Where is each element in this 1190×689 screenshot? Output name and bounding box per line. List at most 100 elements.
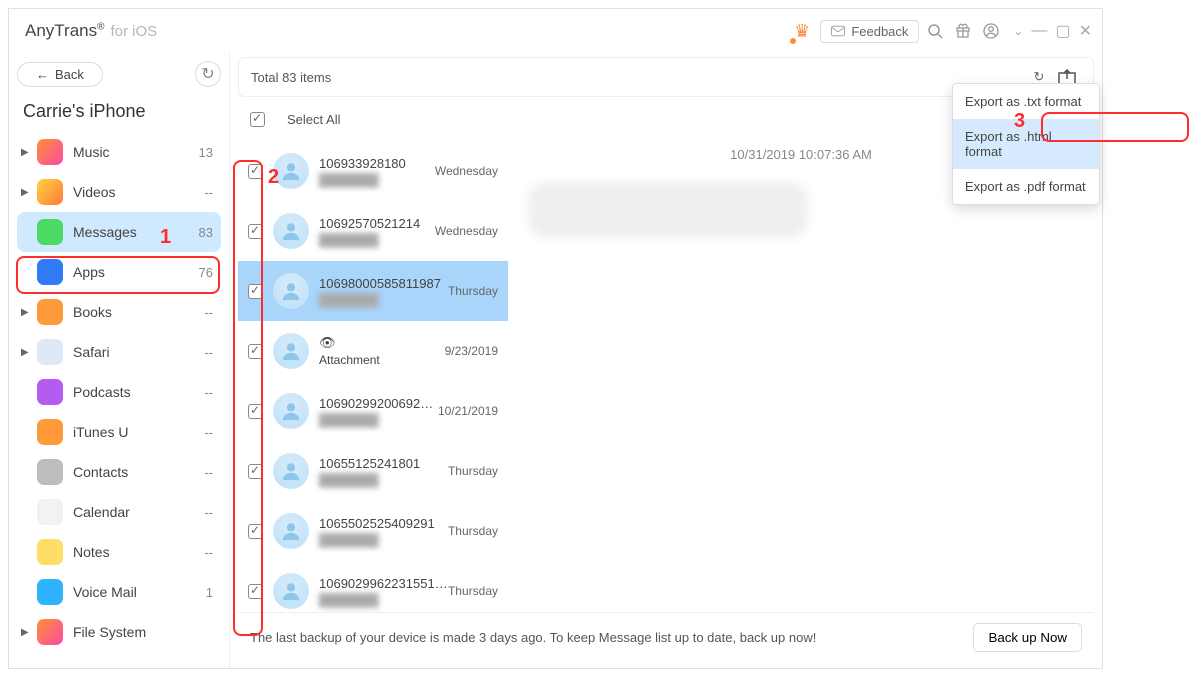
avatar-icon (273, 453, 309, 489)
export-menu-item[interactable]: Export as .html format (953, 119, 1099, 169)
app-icon (37, 299, 63, 325)
message-checkbox[interactable] (248, 344, 263, 359)
sidebar-item-voice-mail[interactable]: ▶ Voice Mail 1 (17, 572, 221, 612)
avatar-icon (273, 213, 309, 249)
feedback-button[interactable]: Feedback (820, 20, 919, 43)
sidebar-item-count: -- (204, 185, 213, 200)
sidebar-item-label: Podcasts (73, 384, 204, 400)
sidebar-item-label: Contacts (73, 464, 204, 480)
sidebar-item-file-system[interactable]: ▶ File System (17, 612, 221, 652)
badge-3: 3 (1014, 110, 1025, 133)
sidebar-item-label: Safari (73, 344, 204, 360)
sidebar-item-count: -- (204, 345, 213, 360)
app-icon (37, 419, 63, 445)
chevron-right-icon: ▶ (21, 307, 33, 318)
sidebar-item-count: 83 (199, 225, 213, 240)
select-all-label[interactable]: Select All (287, 112, 340, 127)
sidebar-item-count: 13 (199, 145, 213, 160)
close-icon[interactable]: ✕ (1079, 21, 1092, 41)
message-date: Thursday (448, 464, 498, 478)
message-id: 106902992006928... (319, 396, 438, 411)
minimize-icon[interactable]: — (1031, 22, 1047, 40)
message-id: 10655025254092​91 (319, 516, 448, 531)
export-menu: Export as .txt formatExport as .html for… (952, 83, 1100, 205)
message-checkbox[interactable] (248, 404, 263, 419)
user-icon[interactable] (979, 19, 1003, 43)
message-checkbox[interactable] (248, 164, 263, 179)
message-checkbox[interactable] (248, 524, 263, 539)
message-preview: Attachment (319, 353, 445, 367)
sidebar-item-label: iTunes U (73, 424, 204, 440)
sidebar-item-count: -- (204, 465, 213, 480)
avatar-icon (273, 573, 309, 609)
sidebar-item-podcasts[interactable]: ▶ Podcasts -- (17, 372, 221, 412)
app-icon (37, 579, 63, 605)
sidebar-item-calendar[interactable]: ▶ Calendar -- (17, 492, 221, 532)
message-date: 9/23/2019 (445, 344, 498, 358)
app-icon (37, 219, 63, 245)
sidebar-item-apps[interactable]: ▶ Apps 76 (17, 252, 221, 292)
refresh-icon[interactable]: ↻ (195, 61, 221, 87)
avatar-icon (273, 273, 309, 309)
app-icon (37, 139, 63, 165)
sidebar-item-label: Calendar (73, 504, 204, 520)
message-preview: ███████ (319, 293, 448, 307)
sidebar-item-count: -- (204, 545, 213, 560)
sidebar-item-safari[interactable]: ▶ Safari -- (17, 332, 221, 372)
avatar-icon (273, 333, 309, 369)
sidebar-item-notes[interactable]: ▶ Notes -- (17, 532, 221, 572)
select-all-checkbox[interactable] (250, 112, 265, 127)
message-row[interactable]: 10698000585811987 ███████ Thursday (238, 261, 508, 321)
app-brand: AnyTrans® (25, 21, 105, 41)
back-button[interactable]: ← Back (17, 62, 103, 87)
maximize-icon[interactable]: ▢ (1055, 21, 1070, 41)
message-checkbox[interactable] (248, 464, 263, 479)
sidebar-item-count: -- (204, 385, 213, 400)
crown-icon[interactable]: ♛ (794, 21, 810, 42)
sidebar-item-label: Music (73, 144, 199, 160)
app-icon (37, 619, 63, 645)
message-checkbox[interactable] (248, 284, 263, 299)
message-row[interactable]: 10655025254092​91 ███████ Thursday (238, 501, 508, 561)
message-row[interactable]: 106902996223​15512... ███████ Thursday (238, 561, 508, 612)
export-menu-item[interactable]: Export as .pdf format (953, 169, 1099, 204)
message-id: 10692570521214 (319, 216, 435, 231)
message-date: Wednesday (435, 164, 498, 178)
message-row[interactable]: 106551252418​01 ███████ Thursday (238, 441, 508, 501)
sidebar-item-label: Messages (73, 224, 199, 240)
app-icon (37, 499, 63, 525)
message-preview: ███████ (319, 593, 448, 607)
message-date: Thursday (448, 284, 498, 298)
sidebar-item-messages[interactable]: ▶ Messages 83 (17, 212, 221, 252)
app-icon (37, 259, 63, 285)
sidebar-item-label: File System (73, 624, 213, 640)
search-icon[interactable] (923, 19, 947, 43)
gift-icon[interactable] (951, 19, 975, 43)
backup-now-button[interactable]: Back up Now (973, 623, 1082, 652)
message-id: 👁 (319, 335, 445, 351)
message-date: 10/21/2019 (438, 404, 498, 418)
message-row[interactable]: 10692570521214 ███████ Wednesday (238, 201, 508, 261)
sidebar-item-label: Notes (73, 544, 204, 560)
message-preview: ███████ (319, 233, 435, 247)
sidebar-item-music[interactable]: ▶ Music 13 (17, 132, 221, 172)
chevron-right-icon: ▶ (21, 627, 33, 638)
app-icon (37, 379, 63, 405)
message-checkbox[interactable] (248, 584, 263, 599)
message-row[interactable]: 106902992006928... ███████ 10/21/2019 (238, 381, 508, 441)
message-id: 106933928180 (319, 156, 435, 171)
chevron-down-icon[interactable]: ⌄ (1013, 24, 1023, 38)
sidebar-item-count: -- (204, 505, 213, 520)
avatar-icon (273, 393, 309, 429)
sidebar-item-contacts[interactable]: ▶ Contacts -- (17, 452, 221, 492)
sidebar-item-count: -- (204, 305, 213, 320)
sidebar-item-videos[interactable]: ▶ Videos -- (17, 172, 221, 212)
sidebar-item-itunes-u[interactable]: ▶ iTunes U -- (17, 412, 221, 452)
export-menu-item[interactable]: Export as .txt format (953, 84, 1099, 119)
app-icon (37, 179, 63, 205)
message-row[interactable]: 👁 Attachment 9/23/2019 (238, 321, 508, 381)
message-bubble (528, 182, 808, 238)
message-preview: ███████ (319, 413, 438, 427)
sidebar-item-books[interactable]: ▶ Books -- (17, 292, 221, 332)
message-checkbox[interactable] (248, 224, 263, 239)
